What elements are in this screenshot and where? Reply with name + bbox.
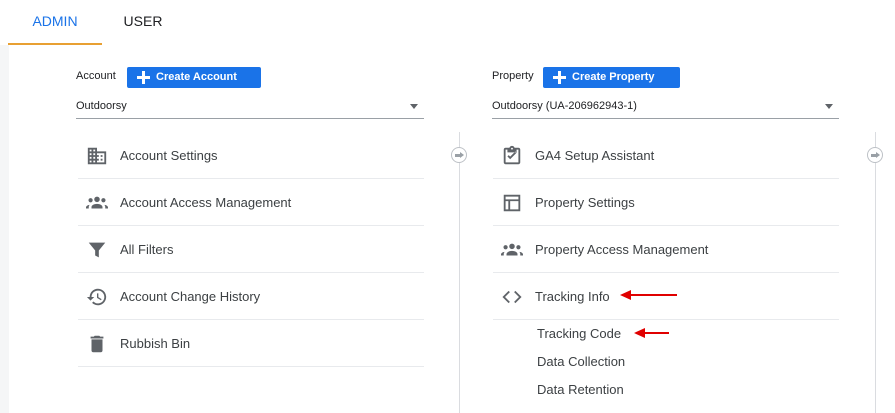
trash-icon: [90, 335, 104, 353]
menu-item-label: Property Settings: [535, 195, 635, 210]
chevron-down-icon: [825, 104, 833, 109]
create-account-label: Create Account: [156, 71, 237, 83]
account-selector[interactable]: Outdoorsy: [76, 95, 424, 119]
menu-item-all-filters[interactable]: All Filters: [78, 226, 424, 273]
menu-item-property-access-management[interactable]: Property Access Management: [493, 226, 839, 273]
menu-item-rubbish-bin[interactable]: Rubbish Bin: [78, 320, 424, 367]
submenu-item-tracking-code[interactable]: Tracking Code: [537, 326, 621, 341]
arrow-right-icon: [867, 147, 883, 163]
arrow-right-icon: [451, 147, 467, 163]
menu-item-label: Property Access Management: [535, 242, 709, 257]
tab-user[interactable]: USER: [110, 0, 176, 45]
admin-tab-bar: ADMIN USER: [0, 0, 895, 45]
menu-item-label: GA4 Setup Assistant: [535, 148, 655, 163]
code-icon: [502, 290, 522, 304]
menu-item-ga4-setup-assistant[interactable]: GA4 Setup Assistant: [493, 132, 839, 179]
create-property-label: Create Property: [572, 71, 655, 83]
history-icon: [86, 288, 107, 306]
chevron-down-icon: [410, 104, 418, 109]
plus-icon: [137, 71, 150, 84]
menu-item-property-settings[interactable]: Property Settings: [493, 179, 839, 226]
menu-item-label: Account Change History: [120, 289, 261, 304]
menu-item-account-change-history[interactable]: Account Change History: [78, 273, 424, 320]
menu-item-label: All Filters: [120, 242, 174, 257]
menu-item-label: Account Settings: [120, 148, 218, 163]
people-icon: [86, 196, 108, 209]
filter-icon: [88, 242, 106, 258]
menu-item-label: Rubbish Bin: [120, 336, 191, 351]
submenu-item-data-retention[interactable]: Data Retention: [537, 382, 624, 397]
clipboard-check-icon: [503, 145, 521, 165]
column-divider: [875, 132, 876, 413]
property-label: Property: [492, 70, 534, 82]
property-selected-value: Outdoorsy (UA-206962943-1): [492, 100, 637, 112]
building-icon: [87, 147, 107, 165]
create-property-button[interactable]: Create Property: [543, 67, 680, 88]
menu-item-account-access-management[interactable]: Account Access Management: [78, 179, 424, 226]
create-account-button[interactable]: Create Account: [127, 67, 261, 88]
account-selected-value: Outdoorsy: [76, 100, 127, 112]
annotation-arrow-icon: [634, 328, 669, 338]
account-label: Account: [76, 70, 116, 82]
menu-item-label: Tracking Info: [535, 289, 610, 304]
menu-item-account-settings[interactable]: Account Settings: [78, 132, 424, 179]
property-selector[interactable]: Outdoorsy (UA-206962943-1): [492, 95, 839, 119]
submenu-item-data-collection[interactable]: Data Collection: [537, 354, 625, 369]
menu-item-label: Account Access Management: [120, 195, 292, 210]
plus-icon: [553, 71, 566, 84]
tab-admin[interactable]: ADMIN: [8, 0, 102, 45]
annotation-arrow-icon: [620, 290, 677, 300]
layout-icon: [503, 194, 521, 212]
column-divider: [459, 132, 460, 413]
people-icon: [501, 243, 523, 256]
